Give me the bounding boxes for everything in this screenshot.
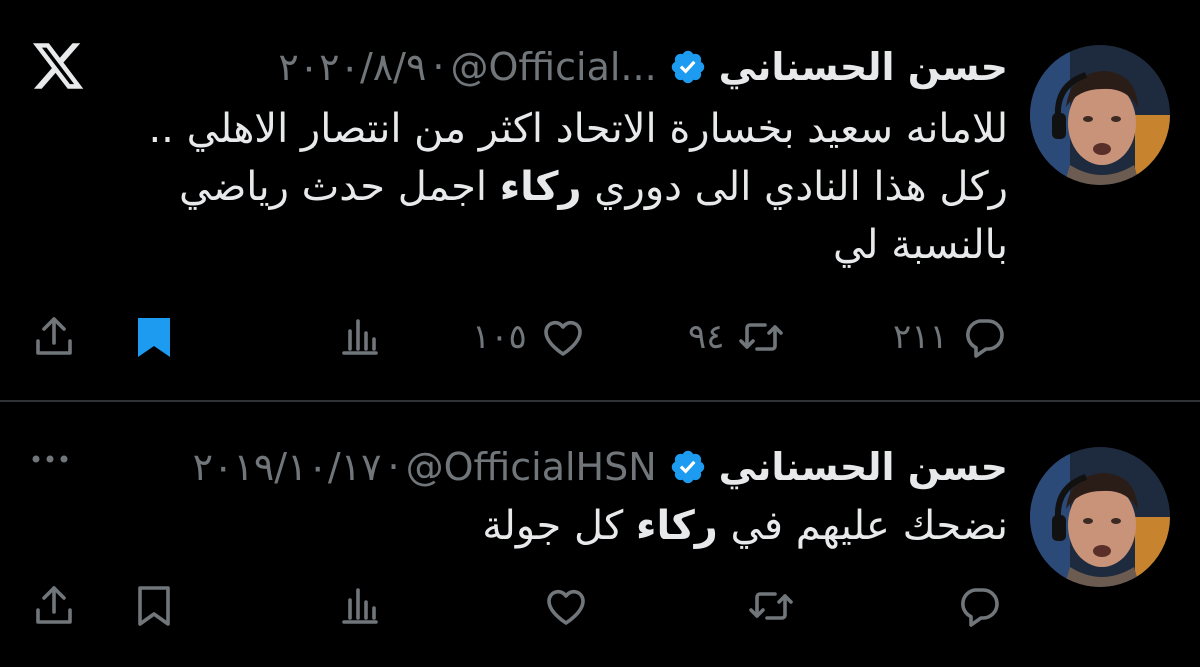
tweet-text-line: ركل هذا النادي الى دوري ركاء اجمل حدث ري…: [18, 158, 1008, 216]
x-logo-icon[interactable]: [30, 38, 86, 94]
reply-icon: [958, 313, 1010, 361]
share-button[interactable]: [30, 582, 78, 630]
like-button[interactable]: ١٠٥: [472, 313, 589, 361]
tweet-text: للامانه سعيد بخسارة الاتحاد اكثر من انتص…: [18, 100, 1008, 274]
reply-button[interactable]: [953, 582, 1005, 630]
retweet-button[interactable]: [745, 582, 797, 630]
reply-button[interactable]: ٢١١: [893, 313, 1010, 361]
share-button[interactable]: [30, 313, 78, 361]
bold-word: ركاء: [636, 503, 718, 549]
author-handle[interactable]: @OfficialHSN: [406, 437, 657, 497]
retweet-count: ٩٤: [688, 317, 725, 357]
retweet-icon: [745, 582, 797, 630]
bookmark-button[interactable]: [130, 582, 178, 630]
author-handle[interactable]: @Official...: [450, 37, 656, 97]
like-count: ١٠٥: [472, 317, 527, 357]
like-button[interactable]: [540, 582, 592, 630]
bookmark-button[interactable]: [130, 313, 178, 361]
tweet-2[interactable]: حسن الحسناني @OfficialHSN · ٢٠١٩/١٠/١٧ ن…: [0, 407, 1200, 667]
views-button[interactable]: [336, 313, 384, 361]
text-segment: ركل هذا النادي الى دوري: [581, 164, 1008, 210]
heart-icon: [537, 313, 589, 361]
share-icon: [30, 582, 78, 630]
verified-badge-icon: [669, 48, 707, 86]
share-icon: [30, 313, 78, 361]
retweet-button[interactable]: ٩٤: [688, 313, 787, 361]
tweet-date[interactable]: ٢٠١٩/١٠/١٧: [193, 437, 382, 497]
tweet-header: حسن الحسناني @Official... · ٢٠٢٠/٨/٩: [278, 37, 1008, 97]
views-icon: [336, 582, 384, 630]
tweet-text-line: بالنسبة لي: [832, 222, 1008, 268]
tweet-header: حسن الحسناني @OfficialHSN · ٢٠١٩/١٠/١٧: [193, 437, 1008, 497]
tweet-text: نضحك عليهم في ركاء كل جولة: [108, 497, 1008, 555]
text-segment: نضحك عليهم في: [717, 503, 1009, 549]
reply-icon: [953, 582, 1005, 630]
bookmark-filled-icon: [130, 313, 178, 361]
tweet-divider: [0, 400, 1200, 402]
tweet-1[interactable]: حسن الحسناني @Official... · ٢٠٢٠/٨/٩ للا…: [0, 0, 1200, 400]
more-options-icon[interactable]: [30, 449, 70, 469]
tweet-text-line: نضحك عليهم في ركاء كل جولة: [108, 497, 1008, 555]
text-segment: اجمل حدث رياضي: [178, 164, 500, 210]
separator-dot: ·: [432, 45, 445, 89]
author-name[interactable]: حسن الحسناني: [719, 37, 1008, 97]
verified-badge-icon: [669, 448, 707, 486]
views-button[interactable]: [336, 582, 384, 630]
bold-word: ركاء: [499, 164, 582, 210]
separator-dot: ·: [387, 445, 400, 489]
author-name[interactable]: حسن الحسناني: [719, 437, 1008, 497]
text-segment: كل جولة: [482, 503, 637, 549]
tweet-text-line: للامانه سعيد بخسارة الاتحاد اكثر من انتص…: [148, 106, 1008, 152]
avatar[interactable]: [1030, 45, 1170, 185]
views-icon: [336, 313, 384, 361]
tweet-date[interactable]: ٢٠٢٠/٨/٩: [278, 37, 426, 97]
heart-icon: [540, 582, 592, 630]
reply-count: ٢١١: [893, 317, 948, 357]
avatar[interactable]: [1030, 447, 1170, 587]
retweet-icon: [735, 313, 787, 361]
bookmark-icon: [130, 582, 178, 630]
